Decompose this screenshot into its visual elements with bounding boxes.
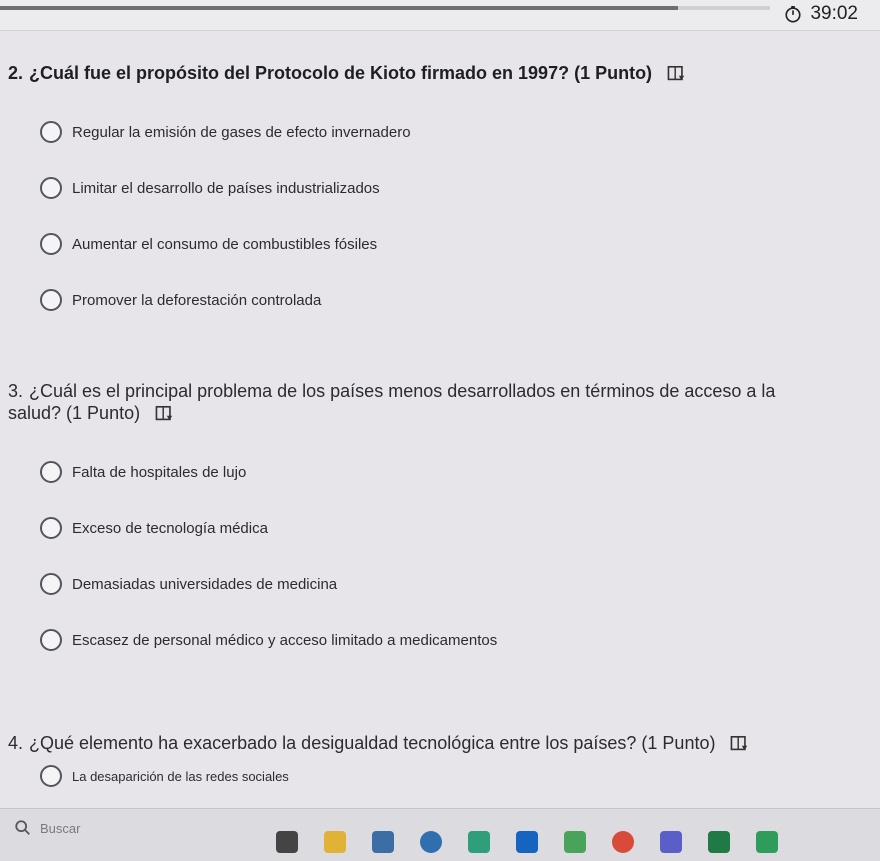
option-label: Exceso de tecnología médica — [72, 519, 268, 537]
radio-button[interactable] — [40, 517, 62, 539]
question-4: 4. ¿Qué elemento ha exacerbado la desigua… — [8, 732, 840, 790]
search-icon — [15, 820, 30, 835]
question-2-options: Regular la emisión de gases de efecto in… — [8, 104, 840, 328]
radio-button[interactable] — [40, 765, 62, 787]
option[interactable]: Aumentar el consumo de combustibles fósi… — [40, 216, 840, 272]
phone-icon[interactable] — [756, 831, 778, 853]
immersive-reader-icon[interactable] — [667, 65, 687, 83]
app-icon-1[interactable] — [276, 831, 298, 853]
edge-icon[interactable] — [468, 831, 490, 853]
quiz-content: 2. ¿Cuál fue el propósito del Protocolo d… — [0, 30, 880, 808]
chrome-icon[interactable] — [612, 831, 634, 853]
taskbar: Buscar — [0, 808, 880, 861]
timer-text: 39:02 — [810, 3, 858, 24]
option[interactable]: Falta de hospitales de lujo — [40, 444, 830, 500]
immersive-reader-icon[interactable] — [730, 735, 750, 753]
radio-button[interactable] — [40, 233, 62, 255]
option-label: Aumentar el consumo de combustibles fósi… — [72, 235, 378, 253]
option[interactable]: Demasiadas universidades de medicina — [40, 556, 830, 612]
radio-button[interactable] — [40, 289, 62, 311]
folder-icon[interactable] — [324, 831, 346, 853]
option-label: Promover la deforestación controlada — [72, 291, 322, 309]
progress-bar — [0, 6, 770, 10]
search-placeholder: Buscar — [40, 820, 81, 836]
question-2-text: ¿Cuál fue el propósito del Protocolo de … — [29, 63, 653, 83]
top-bar: 39:02 — [0, 0, 880, 31]
radio-button[interactable] — [40, 121, 62, 143]
option-label: Limitar el desarrollo de países industri… — [72, 179, 380, 197]
question-2: 2. ¿Cuál fue el propósito del Protocolo d… — [8, 62, 840, 328]
option-label: Falta de hospitales de lujo — [72, 463, 247, 481]
outlook-icon[interactable] — [516, 831, 538, 853]
option-label: Regular la emisión de gases de efecto in… — [72, 123, 411, 141]
option[interactable]: La desaparición de las redes sociales — [40, 762, 840, 790]
option[interactable]: Limitar el desarrollo de países industri… — [40, 160, 840, 216]
immersive-reader-icon[interactable] — [155, 405, 175, 423]
option[interactable]: Escasez de personal médico y acceso limi… — [40, 612, 830, 668]
question-4-text: ¿Qué elemento ha exacerbado la desiguald… — [29, 733, 716, 753]
option-label: Escasez de personal médico y acceso limi… — [72, 631, 498, 649]
timer-icon — [785, 5, 802, 23]
excel-icon[interactable] — [708, 831, 730, 853]
question-4-number: 4. — [8, 733, 24, 753]
store-icon[interactable] — [372, 831, 394, 853]
question-3-title: 3. ¿Cuál es el principal problema de los … — [8, 380, 830, 424]
option-label: Demasiadas universidades de medicina — [72, 575, 338, 593]
radio-button[interactable] — [40, 177, 62, 199]
app-icon-blue[interactable] — [420, 831, 442, 853]
option[interactable]: Exceso de tecnología médica — [40, 500, 830, 556]
question-3-number: 3. — [8, 381, 24, 401]
option-label: La desaparición de las redes sociales — [72, 768, 289, 784]
question-3-text: ¿Cuál es el principal problema de los pa… — [8, 381, 776, 423]
question-2-number: 2. — [8, 63, 24, 83]
teams-icon[interactable] — [660, 831, 682, 853]
radio-button[interactable] — [40, 461, 62, 483]
question-4-title: 4. ¿Qué elemento ha exacerbado la desigua… — [8, 732, 840, 754]
option[interactable]: Regular la emisión de gases de efecto in… — [40, 104, 840, 160]
taskbar-search[interactable]: Buscar — [14, 819, 80, 837]
progress-fill — [0, 6, 678, 10]
question-3-options: Falta de hospitales de lujo Exceso de te… — [8, 444, 830, 668]
question-3: 3. ¿Cuál es el principal problema de los … — [8, 380, 830, 668]
question-2-title: 2. ¿Cuál fue el propósito del Protocolo d… — [8, 62, 840, 84]
radio-button[interactable] — [40, 629, 62, 651]
question-4-options: La desaparición de las redes sociales — [8, 762, 840, 790]
badge-app-icon[interactable] — [564, 831, 586, 853]
timer: 39:02 — [784, 3, 858, 25]
radio-button[interactable] — [40, 573, 62, 595]
option[interactable]: Promover la deforestación controlada — [40, 272, 840, 328]
